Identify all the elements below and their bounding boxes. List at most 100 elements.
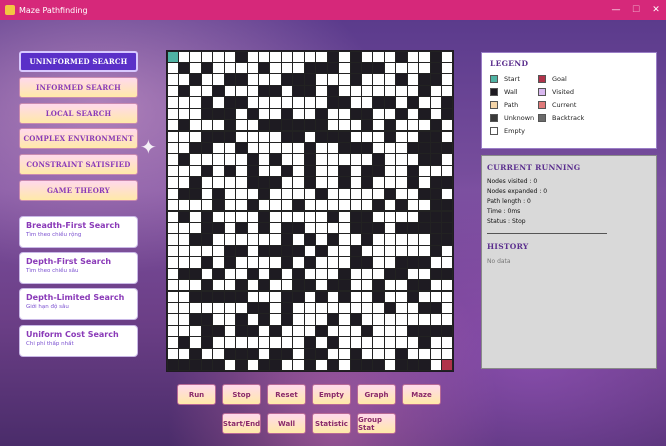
maze-cell-wall[interactable] <box>270 268 281 280</box>
maze-cell-empty[interactable] <box>259 348 270 360</box>
maze-cell-empty[interactable] <box>167 97 178 108</box>
maze-cell-wall[interactable] <box>430 234 442 245</box>
maze-cell-wall[interactable] <box>316 62 327 74</box>
maze-cell-empty[interactable] <box>224 234 236 245</box>
maze-cell-empty[interactable] <box>407 337 419 348</box>
maze-cell-empty[interactable] <box>339 245 350 257</box>
maze-cell-empty[interactable] <box>270 200 281 211</box>
maze-cell-wall[interactable] <box>190 360 201 371</box>
maze-cell-wall[interactable] <box>293 222 304 234</box>
maze-cell-empty[interactable] <box>373 211 384 222</box>
maze-cell-empty[interactable] <box>396 188 407 200</box>
maze-cell-empty[interactable] <box>384 280 396 291</box>
maze-cell-empty[interactable] <box>178 325 190 337</box>
maze-cell-wall[interactable] <box>384 131 396 142</box>
maze-cell-empty[interactable] <box>396 325 407 337</box>
maze-cell-empty[interactable] <box>430 360 442 371</box>
maze-cell-empty[interactable] <box>281 154 293 165</box>
maze-cell-empty[interactable] <box>339 257 350 268</box>
maze-cell-empty[interactable] <box>270 211 281 222</box>
maze-cell-wall[interactable] <box>247 302 259 314</box>
maze-cell-empty[interactable] <box>190 222 201 234</box>
maze-cell-empty[interactable] <box>167 337 178 348</box>
maze-cell-wall[interactable] <box>361 108 373 120</box>
maze-cell-wall[interactable] <box>304 85 316 97</box>
maze-cell-wall[interactable] <box>201 257 213 268</box>
maze-cell-empty[interactable] <box>396 314 407 325</box>
maze-cell-wall[interactable] <box>442 97 453 108</box>
maze-cell-empty[interactable] <box>270 131 281 142</box>
maze-cell-empty[interactable] <box>442 337 453 348</box>
maze-cell-wall[interactable] <box>178 154 190 165</box>
maze-cell-wall[interactable] <box>350 51 361 62</box>
maze-cell-empty[interactable] <box>293 337 304 348</box>
maze-cell-empty[interactable] <box>167 131 178 142</box>
maze-cell-empty[interactable] <box>224 211 236 222</box>
maze-cell-empty[interactable] <box>270 222 281 234</box>
maze-cell-empty[interactable] <box>361 348 373 360</box>
maze-cell-empty[interactable] <box>316 154 327 165</box>
maze-cell-wall[interactable] <box>201 108 213 120</box>
maze-cell-empty[interactable] <box>259 165 270 177</box>
maze-cell-wall[interactable] <box>361 142 373 154</box>
maze-cell-empty[interactable] <box>304 268 316 280</box>
maze-cell-empty[interactable] <box>373 302 384 314</box>
maze-cell-empty[interactable] <box>167 154 178 165</box>
maze-cell-wall[interactable] <box>350 211 361 222</box>
maze-cell-wall[interactable] <box>178 268 190 280</box>
maze-cell-wall[interactable] <box>293 131 304 142</box>
maze-cell-empty[interactable] <box>419 245 430 257</box>
maze-cell-empty[interactable] <box>178 245 190 257</box>
graph-button[interactable]: Graph <box>357 384 396 405</box>
maze-cell-empty[interactable] <box>384 257 396 268</box>
maze-cell-empty[interactable] <box>361 74 373 85</box>
maze-cell-empty[interactable] <box>167 120 178 131</box>
maze-cell-empty[interactable] <box>339 51 350 62</box>
maze-cell-empty[interactable] <box>167 291 178 302</box>
maze-cell-empty[interactable] <box>167 348 178 360</box>
maze-cell-wall[interactable] <box>247 108 259 120</box>
maze-cells[interactable] <box>167 51 453 371</box>
maze-cell-wall[interactable] <box>224 74 236 85</box>
maze-cell-empty[interactable] <box>361 337 373 348</box>
maze-cell-wall[interactable] <box>361 211 373 222</box>
maze-cell-empty[interactable] <box>259 154 270 165</box>
maze-cell-wall[interactable] <box>430 131 442 142</box>
maze-cell-empty[interactable] <box>213 245 224 257</box>
maze-cell-empty[interactable] <box>442 62 453 74</box>
minimize-icon[interactable]: — <box>606 0 626 20</box>
maze-cell-wall[interactable] <box>190 74 201 85</box>
maze-cell-empty[interactable] <box>316 302 327 314</box>
maze-cell-empty[interactable] <box>167 314 178 325</box>
maze-cell-empty[interactable] <box>373 188 384 200</box>
maze-cell-wall[interactable] <box>430 120 442 131</box>
maze-cell-empty[interactable] <box>213 51 224 62</box>
maze-cell-empty[interactable] <box>213 280 224 291</box>
algo-card-ucs[interactable]: Uniform Cost Search Chi phí thấp nhất <box>19 325 138 357</box>
maze-cell-wall[interactable] <box>236 314 247 325</box>
maze-cell-empty[interactable] <box>247 222 259 234</box>
maze-cell-wall[interactable] <box>213 291 224 302</box>
maze-cell-empty[interactable] <box>442 131 453 142</box>
maze-cell-wall[interactable] <box>361 165 373 177</box>
maze-cell-empty[interactable] <box>236 177 247 188</box>
maze-cell-empty[interactable] <box>201 268 213 280</box>
maze-cell-empty[interactable] <box>339 222 350 234</box>
maze-cell-wall[interactable] <box>396 200 407 211</box>
maze-cell-empty[interactable] <box>236 337 247 348</box>
maze-cell-empty[interactable] <box>384 62 396 74</box>
maze-cell-empty[interactable] <box>190 120 201 131</box>
category-local-search[interactable]: LOCAL SEARCH <box>19 103 138 124</box>
maze-cell-empty[interactable] <box>190 85 201 97</box>
maze-cell-empty[interactable] <box>259 74 270 85</box>
maze-cell-wall[interactable] <box>396 222 407 234</box>
maze-cell-wall[interactable] <box>304 234 316 245</box>
maze-cell-wall[interactable] <box>304 177 316 188</box>
maze-cell-wall[interactable] <box>339 131 350 142</box>
maze-cell-empty[interactable] <box>384 337 396 348</box>
maze-cell-wall[interactable] <box>384 268 396 280</box>
maze-cell-wall[interactable] <box>419 211 430 222</box>
maze-cell-wall[interactable] <box>178 85 190 97</box>
maze-cell-empty[interactable] <box>327 74 339 85</box>
maze-cell-empty[interactable] <box>361 280 373 291</box>
